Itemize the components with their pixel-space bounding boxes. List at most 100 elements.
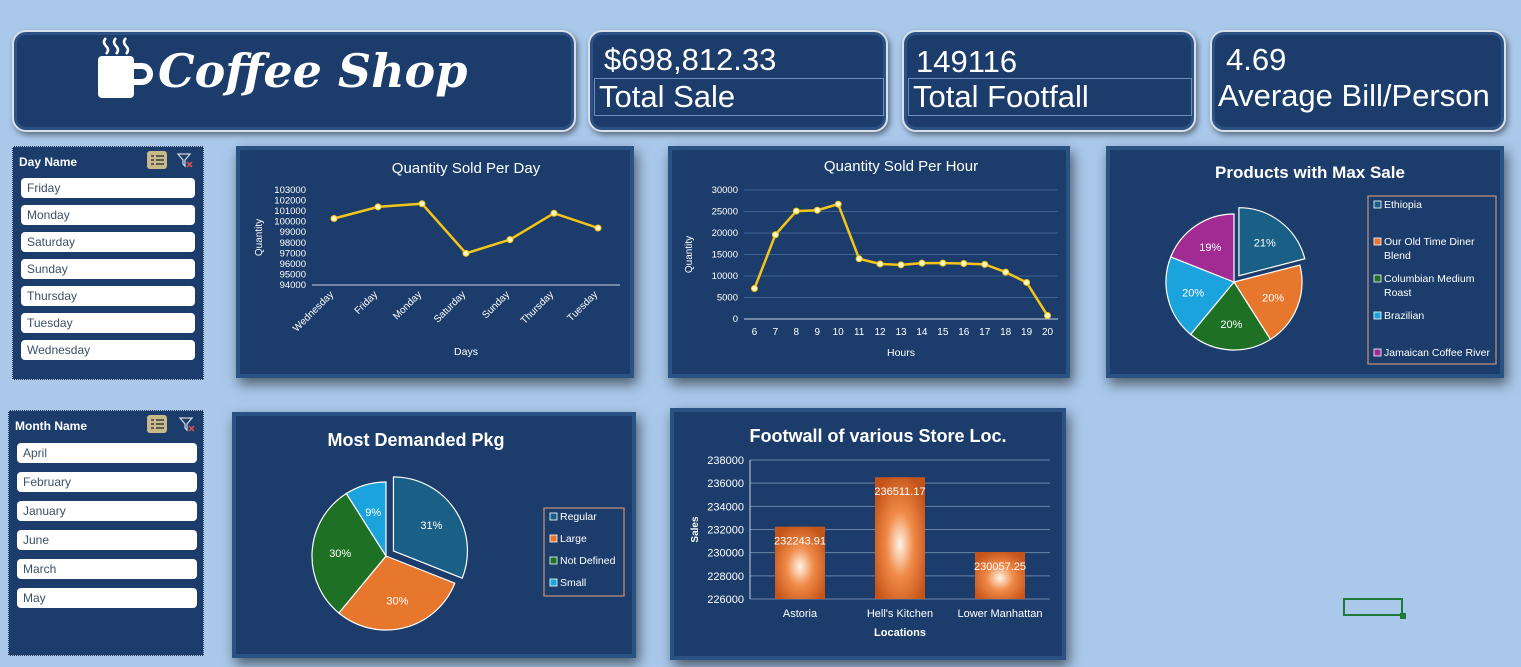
slicer-item[interactable]: Saturday xyxy=(21,232,195,252)
data-point xyxy=(750,284,758,292)
slicer-item[interactable]: Sunday xyxy=(21,259,195,279)
slicer-title: Month Name xyxy=(15,419,87,433)
y-tick-label: 234000 xyxy=(707,501,744,513)
data-point xyxy=(462,249,470,257)
kpi-value: 4.69 xyxy=(1226,42,1287,77)
legend-label: Not Defined xyxy=(560,555,616,567)
y-tick-label: 230000 xyxy=(707,548,744,560)
slicer-item[interactable]: Thursday xyxy=(21,286,195,306)
y-tick-label: 0 xyxy=(733,314,738,325)
series-line xyxy=(753,202,1049,317)
y-axis-label: Quantity xyxy=(254,219,265,256)
y-tick-label: 10000 xyxy=(712,271,738,282)
slicer-item[interactable]: Friday xyxy=(21,178,195,198)
x-tick-label: 12 xyxy=(875,327,887,338)
legend-label: Columbian Medium Roast xyxy=(1384,273,1475,299)
slice-label: 31% xyxy=(420,520,442,532)
legend-label: Ethiopia xyxy=(1384,199,1422,211)
data-point xyxy=(876,260,884,268)
x-tick-label: 8 xyxy=(794,327,800,338)
legend-swatch xyxy=(1373,200,1382,209)
y-tick-label: 99000 xyxy=(280,227,306,238)
y-tick-label: 232000 xyxy=(707,525,744,537)
y-tick-label: 103000 xyxy=(274,185,306,196)
slice-label: 20% xyxy=(1182,287,1204,299)
data-point xyxy=(813,206,821,214)
kpi-label: Total Sale xyxy=(594,78,884,116)
y-tick-label: 98000 xyxy=(280,238,306,249)
bar xyxy=(975,552,1025,599)
x-axis-label: Hours xyxy=(887,347,915,359)
legend-swatch xyxy=(549,534,558,543)
app-title: Coffee Shop xyxy=(158,44,468,98)
x-tick-label: Saturday xyxy=(432,289,468,325)
chart-title: Products with Max Sale xyxy=(1215,163,1405,182)
kpi-total-footfall: 149116 Total Footfall xyxy=(902,30,1196,132)
x-tick-label: 15 xyxy=(937,327,949,338)
y-tick-label: 236000 xyxy=(707,478,744,490)
x-tick-label: 16 xyxy=(958,327,970,338)
slicer-item[interactable]: June xyxy=(17,530,197,550)
x-tick-label: Wednesday xyxy=(291,289,336,334)
data-label: 230057.25 xyxy=(974,561,1026,573)
slice-label: 21% xyxy=(1254,237,1276,249)
data-point xyxy=(330,215,338,222)
y-tick-label: 30000 xyxy=(712,185,738,196)
kpi-average-bill: 4.69 Average Bill/Person xyxy=(1210,30,1506,132)
data-point xyxy=(1044,312,1052,320)
y-tick-label: 101000 xyxy=(274,206,306,217)
slicer-item[interactable]: Monday xyxy=(21,205,195,225)
x-tick-label: 11 xyxy=(854,327,865,338)
x-tick-label: 17 xyxy=(979,327,991,338)
clear-filter-icon[interactable] xyxy=(175,151,195,169)
legend-swatch xyxy=(1373,348,1382,357)
x-tick-label: 13 xyxy=(895,327,907,338)
slice-label: 20% xyxy=(1220,319,1242,331)
slice-label: 19% xyxy=(1199,242,1221,254)
data-point xyxy=(792,207,800,215)
kpi-value: $698,812.33 xyxy=(604,42,777,77)
slicer-title: Day Name xyxy=(19,155,78,169)
chart-title: Quantity Sold Per Day xyxy=(392,160,541,177)
data-point xyxy=(374,203,382,211)
chart-most-demanded-pkg: Most Demanded Pkg 31% 30% 30% 9% Regular Large… xyxy=(232,412,636,658)
data-point xyxy=(1002,268,1010,276)
legend-swatch xyxy=(1373,274,1382,283)
data-point xyxy=(834,200,842,208)
kpi-label: Average Bill/Person xyxy=(1218,78,1490,113)
header-tile: Coffee Shop xyxy=(12,30,576,132)
data-point xyxy=(550,209,558,217)
legend-swatch xyxy=(1373,237,1382,246)
slicer-item[interactable]: January xyxy=(17,501,197,521)
y-tick-label: 96000 xyxy=(280,259,306,270)
data-label: 236511.17 xyxy=(874,486,925,498)
y-tick-label: 5000 xyxy=(717,293,738,304)
data-point xyxy=(418,200,426,208)
multi-select-button[interactable] xyxy=(147,151,167,169)
chart-quantity-per-hour: Quantity Sold Per Hour 30000 25000 20000 150… xyxy=(668,146,1070,378)
slicer-item[interactable]: May xyxy=(17,588,197,608)
chart-store-footfall: Footwall of various Store Loc. 238000 2360… xyxy=(670,408,1066,660)
kpi-label: Total Footfall xyxy=(908,78,1192,116)
clear-filter-icon[interactable] xyxy=(177,415,197,433)
month-name-slicer: Month Name April February January June M… xyxy=(8,410,204,656)
selected-cell[interactable] xyxy=(1343,598,1403,616)
series-line xyxy=(333,202,599,255)
y-tick-label: 97000 xyxy=(280,248,306,259)
slicer-item[interactable]: February xyxy=(17,472,197,492)
x-tick-label: Lower Manhattan xyxy=(958,608,1043,620)
y-tick-label: 25000 xyxy=(712,207,738,218)
slicer-item[interactable]: March xyxy=(17,559,197,579)
chart-title: Footwall of various Store Loc. xyxy=(749,426,1006,446)
slicer-item[interactable]: Tuesday xyxy=(21,313,195,333)
slice-label: 9% xyxy=(365,507,381,519)
data-point xyxy=(897,261,905,269)
fill-handle[interactable] xyxy=(1400,613,1406,619)
y-tick-label: 228000 xyxy=(707,571,744,583)
x-tick-label: 19 xyxy=(1021,327,1033,338)
slicer-item[interactable]: April xyxy=(17,443,197,463)
x-tick-label: Tuesday xyxy=(565,289,600,324)
data-point xyxy=(960,260,968,268)
multi-select-button[interactable] xyxy=(147,415,167,433)
slicer-item[interactable]: Wednesday xyxy=(21,340,195,360)
